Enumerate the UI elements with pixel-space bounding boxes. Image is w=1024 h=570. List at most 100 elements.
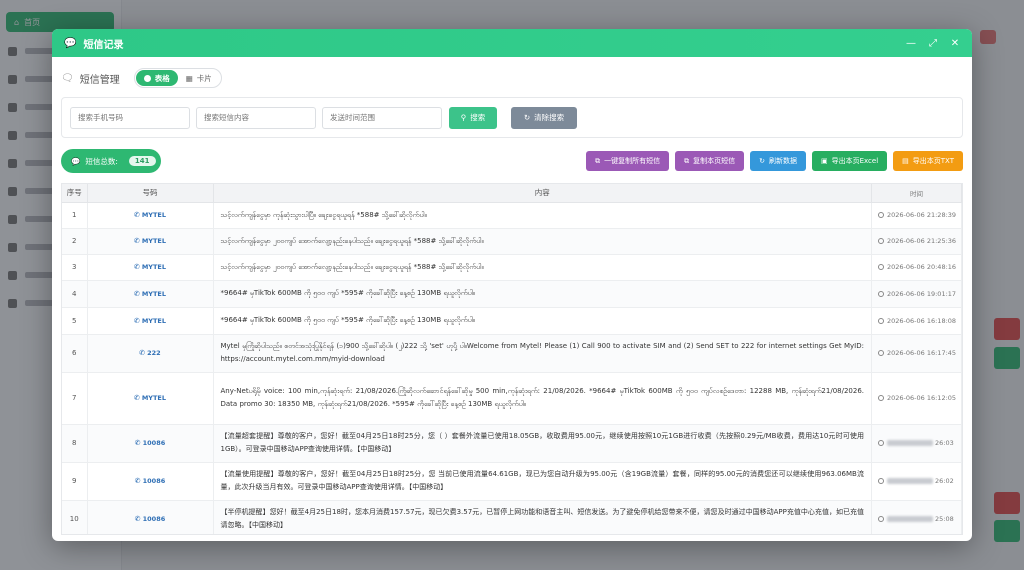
redacted-date <box>887 516 933 522</box>
sender-number[interactable]: MYTEL <box>142 263 166 271</box>
sms-table: 序号 号码 内容 时间 1 ✆ MYTEL သင့်လက်ကျန်ငွေမှာ က… <box>61 183 963 535</box>
phone-search-input[interactable] <box>70 106 190 129</box>
copy-page-button[interactable]: ⧉ 复制本页短信 <box>675 151 745 171</box>
sender-number[interactable]: MYTEL <box>142 394 166 402</box>
row-number-cell: ✆ MYTEL <box>87 372 214 425</box>
row-index: 6 <box>62 334 88 373</box>
table-row[interactable]: 10 ✆ 10086 【半停机提醒】您好！截至4月25日18时，您本月消费157.… <box>62 500 962 534</box>
table-row[interactable]: 9 ✆ 10086 【流量使用提醒】尊敬的客户，您好！截至04月25日18时25分… <box>62 462 962 501</box>
table-row[interactable]: 2 ✆ MYTEL သင့်လက်ကျန်ငွေမှာ ၂၀၀ကျပ် အောက်… <box>62 228 962 255</box>
view-card-button[interactable]: ▦ 卡片 <box>178 70 220 86</box>
row-number-cell: ✆ 10086 <box>87 462 214 501</box>
modal-body: 🗨 短信管理 表格 ▦卡片 ⚲搜索 ↻清除搜索 💬 短信总数: 141 ⧉一键复… <box>52 57 972 541</box>
table-row[interactable]: 5 ✆ MYTEL *9664# မှTikTok 600MB ကို ၅၀၀ က… <box>62 307 962 335</box>
clear-search-button[interactable]: ↻ 清除搜索 <box>511 106 577 129</box>
table-row[interactable]: 4 ✆ MYTEL *9664# မှTikTok 600MB ကို ၅၀၀ က… <box>62 280 962 308</box>
column-header-content[interactable]: 内容 <box>213 184 872 203</box>
copy-all-button[interactable]: ⧉ 一键复制所有短信 <box>586 151 670 171</box>
phone-icon: ✆ <box>133 211 140 219</box>
column-header-time[interactable]: 时间 <box>871 184 962 203</box>
row-content[interactable]: သင့်လက်ကျန်ငွေမှာ ၂၀၀ကျပ် အောက်လျော့နည်း… <box>213 254 872 281</box>
export-txt-label: 导出本页TXT <box>912 157 954 165</box>
row-number-cell: ✆ MYTEL <box>87 307 214 335</box>
export-txt-button[interactable]: ▤ 导出本页TXT <box>893 151 963 171</box>
row-number-cell: ✆ 10086 <box>87 500 214 534</box>
row-content[interactable]: 【流量使用提醒】尊敬的客户，您好！截至04月25日18时25分，您 当前已使用流… <box>213 462 872 501</box>
sender-number[interactable]: 10086 <box>143 477 166 485</box>
row-content[interactable]: 【流量超套提醒】尊敬的客户，您好！截至04月25日18时25分，您（ ）套餐外流… <box>213 424 872 463</box>
time-range-input[interactable] <box>322 106 442 129</box>
total-count-badge: 141 <box>128 156 156 166</box>
row-index: 5 <box>62 307 88 335</box>
minimize-icon[interactable]: — <box>906 38 916 49</box>
content-search-input[interactable] <box>196 106 316 129</box>
row-content[interactable]: *9664# မှTikTok 600MB ကို ၅၀၀ ကျပ် *595#… <box>213 280 872 308</box>
row-index: 3 <box>62 254 88 281</box>
total-count-pill: 💬 短信总数: 141 <box>61 149 161 173</box>
table-row[interactable]: 7 ✆ MYTEL Any-Netပရိုမို voice: 100 min,က… <box>62 372 962 425</box>
phone-icon: ✆ <box>133 237 140 245</box>
row-time: 25:08 <box>935 515 954 523</box>
clear-search-label: 清除搜索 <box>534 113 565 122</box>
sender-number[interactable]: MYTEL <box>142 211 166 219</box>
row-index: 10 <box>62 500 88 534</box>
row-index: 1 <box>62 202 88 229</box>
sender-number[interactable]: MYTEL <box>142 290 166 298</box>
toolbar-actions: ⧉ 一键复制所有短信 ⧉ 复制本页短信 ↻ 刷新数据 ▣ 导出本页Excel ▤ 导出本页… <box>586 151 963 171</box>
clock-icon <box>878 290 884 297</box>
row-content[interactable]: သင့်လက်ကျန်ငွေမှာ ၂၀၀ကျပ် အောက်လျော့နည်း… <box>213 228 872 255</box>
clock-icon <box>878 212 884 218</box>
row-time-cell: 25:08 <box>871 500 962 534</box>
view-table-button[interactable]: 表格 <box>135 70 178 86</box>
row-content[interactable]: *9664# မှTikTok 600MB ကို ၅၀၀ ကျပ် *595#… <box>213 307 872 335</box>
row-content[interactable]: Mytel မှကြိုဆိုပါသည်။ စတင်အသုံးပြုနိုင်ရ… <box>213 334 872 373</box>
row-time: 2026-06-06 21:28:39 <box>887 211 957 219</box>
export-excel-label: 导出本页Excel <box>831 157 879 165</box>
table-row[interactable]: 1 ✆ MYTEL သင့်လက်ကျန်ငွေမှာ ကုန်ဆုံးသွားပ… <box>62 202 962 229</box>
phone-icon: ✆ <box>133 394 140 402</box>
maximize-icon[interactable]: ⤢ <box>928 38 938 49</box>
clock-icon <box>878 395 884 401</box>
row-time-cell: 2026-06-06 16:18:08 <box>871 307 962 335</box>
row-content[interactable]: 【半停机提醒】您好！截至4月25日18时，您本月消费157.57元，现已欠费3.… <box>213 500 872 534</box>
sender-number[interactable]: MYTEL <box>142 237 166 245</box>
copy-icon: ⧉ <box>684 156 690 165</box>
row-content[interactable]: သင့်လက်ကျန်ငွေမှာ ကုန်ဆုံးသွားပါပြီ။ ချေ… <box>213 202 872 229</box>
clock-icon <box>878 478 884 484</box>
table-row[interactable]: 3 ✆ MYTEL သင့်လက်ကျန်ငွေမှာ ၂၀၀ကျပ် အောက်… <box>62 254 962 281</box>
row-number-cell: ✆ 222 <box>87 334 214 373</box>
section-title: 短信管理 <box>79 74 120 86</box>
redacted-date <box>887 478 933 484</box>
row-time-cell: 2026-06-06 21:28:39 <box>871 202 962 229</box>
export-excel-button[interactable]: ▣ 导出本页Excel <box>811 151 888 171</box>
sender-number[interactable]: 222 <box>147 349 161 357</box>
refresh-button[interactable]: ↻ 刷新数据 <box>750 151 806 171</box>
phone-icon: ✆ <box>134 477 141 485</box>
table-row[interactable]: 6 ✆ 222 Mytel မှကြိုဆိုပါသည်။ စတင်အသုံးပြ… <box>62 334 962 373</box>
refresh-icon: ↻ <box>759 157 765 165</box>
sender-number[interactable]: 10086 <box>143 439 166 447</box>
column-header-number[interactable]: 号码 <box>87 184 214 203</box>
row-time-cell: 2026-06-06 21:25:36 <box>871 228 962 255</box>
redacted-date <box>887 440 933 446</box>
row-index: 2 <box>62 228 88 255</box>
table-row[interactable]: 8 ✆ 10086 【流量超套提醒】尊敬的客户，您好！截至04月25日18时25分… <box>62 424 962 463</box>
row-number-cell: ✆ MYTEL <box>87 202 214 229</box>
row-time: 2026-06-06 16:17:45 <box>887 349 957 357</box>
sub-header: 🗨 短信管理 表格 ▦ 卡片 <box>61 65 963 91</box>
sms-records-modal: 💬 短信记录 — ⤢ ✕ 🗨 短信管理 表格 ▦卡片 ⚲搜索 ↻清除搜索 💬 <box>52 29 972 541</box>
sender-number[interactable]: MYTEL <box>142 317 166 325</box>
column-header-index[interactable]: 序号 <box>62 184 88 203</box>
sender-number[interactable]: 10086 <box>143 515 166 523</box>
row-content[interactable]: Any-Netပရိုမို voice: 100 min,ကုန်ဆုံးရက… <box>213 372 872 425</box>
file-text-icon: ▤ <box>902 157 909 165</box>
refresh-icon: ↻ <box>523 113 531 122</box>
row-time: 26:02 <box>935 477 954 485</box>
row-time: 2026-06-06 19:01:17 <box>887 289 957 298</box>
view-toggle: 表格 ▦ 卡片 <box>133 68 222 88</box>
close-icon[interactable]: ✕ <box>950 38 960 49</box>
search-button[interactable]: ⚲ 搜索 <box>449 106 497 129</box>
row-index: 7 <box>62 372 88 425</box>
copy-icon: ⧉ <box>595 156 601 165</box>
clock-icon <box>878 317 884 324</box>
